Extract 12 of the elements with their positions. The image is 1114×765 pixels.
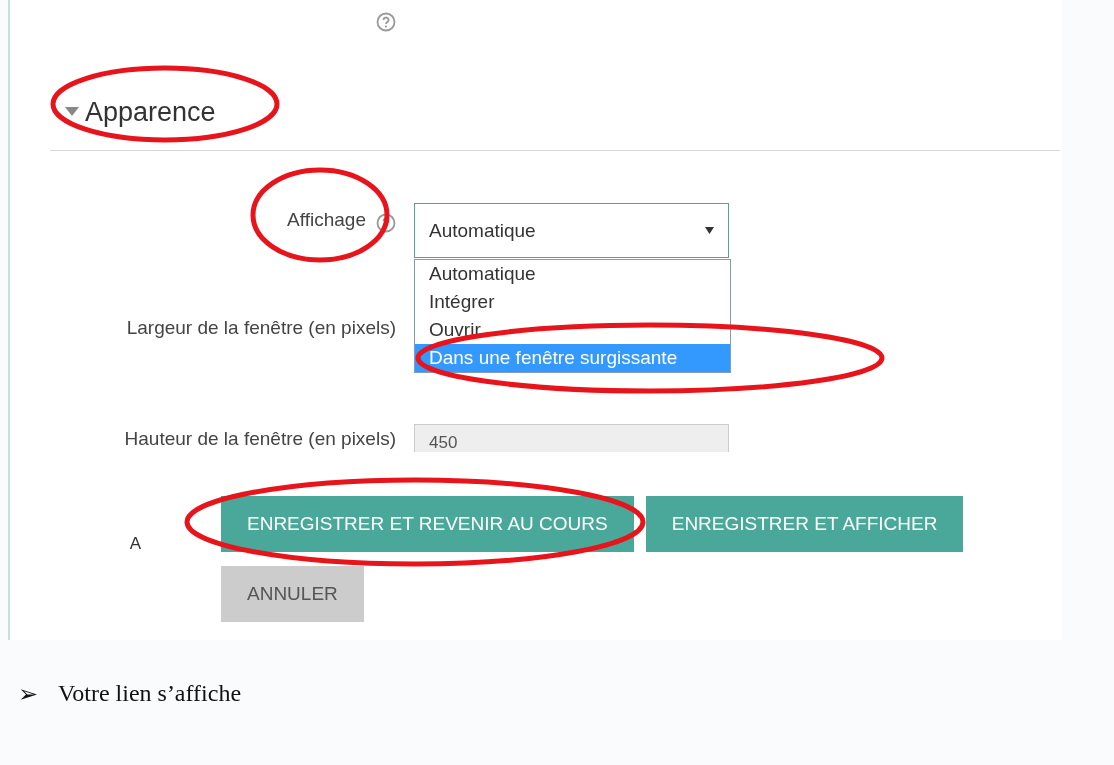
help-icon[interactable] [376,12,396,32]
caret-icon [705,227,714,234]
help-icon[interactable] [376,213,396,233]
cancel-button[interactable]: ANNULER [221,566,364,622]
height-input-field[interactable]: 450 [414,424,729,452]
field-label: A [128,533,142,554]
bullet-marker: ➢ [18,680,38,708]
collapse-triangle-icon[interactable] [65,107,79,117]
field-label: Affichage [287,209,366,231]
bullet-text: Votre lien s’affiche [58,680,242,708]
field-label: Hauteur de la fenêtre (en pixels) [124,428,396,450]
field-label: Largeur de la fenêtre (en pixels) [126,317,396,339]
